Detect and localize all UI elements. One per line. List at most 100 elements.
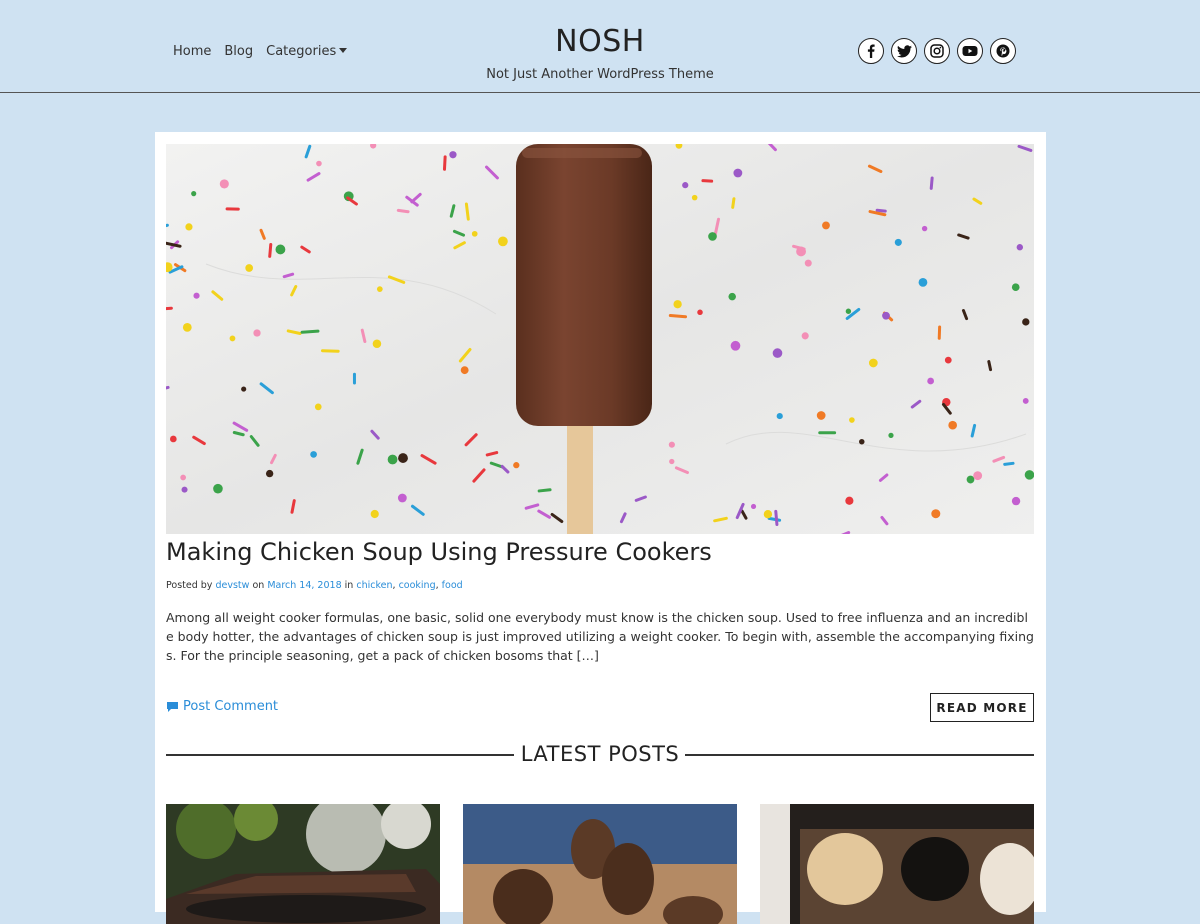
sprinkle	[193, 292, 200, 299]
sprinkle	[772, 348, 783, 358]
sprinkle	[966, 475, 975, 484]
sprinkle	[370, 509, 379, 519]
instagram-icon[interactable]	[924, 38, 950, 64]
facebook-icon[interactable]	[858, 38, 884, 64]
meta-posted-by: Posted by	[166, 580, 213, 591]
sprinkle	[868, 358, 878, 368]
sprinkle	[1022, 318, 1030, 326]
sprinkle	[888, 432, 894, 439]
sprinkle	[181, 486, 188, 493]
sprinkle	[750, 503, 757, 510]
sprinkle	[673, 300, 682, 309]
post-comment-label: Post Comment	[183, 699, 279, 714]
sprinkle	[728, 292, 736, 301]
sprinkle	[1022, 398, 1029, 404]
youtube-icon[interactable]	[957, 38, 983, 64]
twitter-icon[interactable]	[891, 38, 917, 64]
meta-on: on	[252, 580, 265, 591]
sprinkle	[691, 194, 698, 201]
sprinkle	[776, 413, 783, 420]
sprinkle	[352, 372, 356, 385]
sprinkle	[927, 377, 935, 385]
social-links	[858, 38, 1016, 64]
sprinkle	[1024, 470, 1034, 480]
sprinkle	[796, 246, 806, 257]
sprinkle	[948, 420, 957, 430]
latest-post-thumbnail[interactable]	[463, 804, 737, 924]
sprinkle	[822, 221, 830, 230]
sprinkle	[219, 179, 229, 189]
sprinkle	[225, 207, 240, 211]
category-link-food[interactable]: food	[442, 580, 463, 591]
sprinkle	[314, 403, 322, 411]
sprinkle	[376, 286, 383, 292]
pinterest-icon[interactable]	[990, 38, 1016, 64]
sprinkle	[265, 469, 274, 478]
sprinkle	[730, 340, 741, 351]
sprinkle	[918, 277, 928, 287]
meta-in: in	[344, 580, 354, 591]
sprinkle	[804, 259, 812, 267]
sprinkle	[387, 454, 398, 465]
sprinkle	[275, 244, 286, 255]
sprinkle	[182, 322, 192, 332]
author-link[interactable]: devstw	[215, 580, 249, 591]
sprinkle	[180, 474, 186, 481]
sprinkle	[1011, 496, 1021, 506]
sprinkle	[513, 462, 520, 469]
sprinkle	[245, 264, 254, 272]
sprinkle	[845, 496, 854, 505]
site-tagline: Not Just Another WordPress Theme	[486, 67, 714, 82]
latest-post-thumbnail[interactable]	[166, 804, 440, 924]
sprinkle	[818, 431, 837, 435]
sprinkle	[253, 329, 261, 337]
date-link[interactable]: March 14, 2018	[267, 580, 341, 591]
sprinkle	[169, 435, 177, 443]
post-comment-link[interactable]: Post Comment	[166, 699, 278, 714]
sprinkle	[894, 238, 902, 246]
sprinkle	[733, 168, 743, 178]
latest-posts-heading: LATEST POSTS	[166, 740, 1034, 768]
sprinkle	[471, 230, 478, 237]
sprinkle	[849, 417, 855, 423]
sprinkle	[682, 182, 689, 189]
comment-icon	[167, 701, 178, 712]
sprinkle	[763, 510, 773, 519]
sprinkle	[708, 232, 717, 241]
sprinkle	[921, 225, 928, 232]
sprinkle	[937, 325, 942, 340]
sprinkle	[944, 356, 952, 364]
sprinkle	[310, 451, 317, 458]
sprinkle	[697, 309, 703, 316]
sprinkle	[931, 509, 941, 519]
read-more-button[interactable]: READ MORE	[930, 693, 1034, 722]
featured-post-image[interactable]	[166, 144, 1034, 534]
sprinkle	[185, 223, 193, 231]
sprinkle	[668, 441, 675, 448]
post-meta: Posted by devstw on March 14, 2018 in ch…	[166, 580, 463, 591]
sprinkle	[460, 366, 469, 375]
sprinkle	[801, 332, 809, 340]
sprinkle	[397, 493, 407, 503]
sprinkle	[701, 179, 714, 183]
sprinkle	[845, 308, 852, 314]
sprinkle	[973, 471, 983, 481]
sprinkle	[1011, 283, 1020, 292]
category-link-cooking[interactable]: cooking	[399, 580, 436, 591]
sprinkle	[1016, 244, 1024, 251]
site-title[interactable]: NOSH	[0, 24, 1200, 59]
sprinkle	[498, 236, 508, 247]
post-title[interactable]: Making Chicken Soup Using Pressure Cooke…	[166, 538, 712, 566]
sprinkle	[398, 453, 408, 463]
post-excerpt: Among all weight cooker formulas, one ba…	[166, 610, 1034, 663]
sprinkle	[882, 311, 890, 320]
sprinkle	[372, 339, 382, 349]
category-link-chicken[interactable]: chicken	[356, 580, 392, 591]
latest-post-thumbnail[interactable]	[760, 804, 1034, 924]
sprinkle	[316, 160, 322, 167]
sprinkle	[191, 191, 197, 197]
latest-posts-title: LATEST POSTS	[514, 742, 686, 766]
featured-post-card: Making Chicken Soup Using Pressure Cooke…	[155, 132, 1046, 924]
sprinkle	[229, 335, 236, 342]
sprinkle	[241, 386, 247, 392]
